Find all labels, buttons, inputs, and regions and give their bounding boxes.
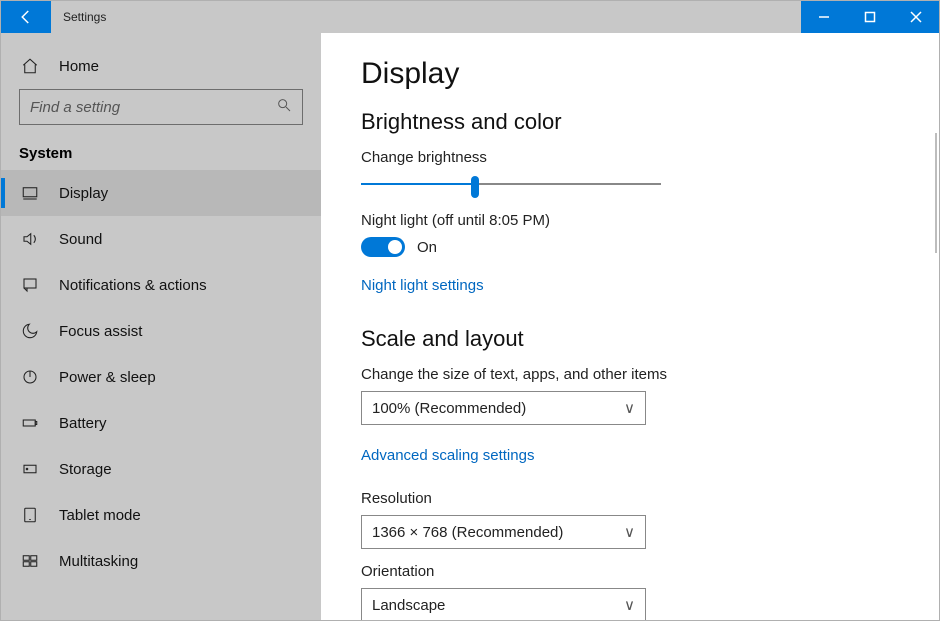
dropdown-scale[interactable]: 100% (Recommended) ∨ <box>361 391 646 425</box>
notifications-icon <box>19 274 41 296</box>
settings-window: Settings Home <box>0 0 940 621</box>
close-icon <box>910 11 922 23</box>
search-icon <box>276 97 292 118</box>
night-light-toggle[interactable] <box>361 237 405 257</box>
titlebar: Settings <box>1 1 939 33</box>
minimize-icon <box>818 11 830 23</box>
multitasking-icon <box>19 550 41 572</box>
battery-icon <box>19 412 41 434</box>
sidebar-item-battery[interactable]: Battery <box>1 400 321 446</box>
heading-brightness: Brightness and color <box>361 109 899 135</box>
maximize-icon <box>864 11 876 23</box>
sidebar-item-tablet-mode[interactable]: Tablet mode <box>1 492 321 538</box>
page-title: Display <box>361 57 899 91</box>
app-title: Settings <box>51 1 118 33</box>
sidebar: Home System Display Sound <box>1 33 321 620</box>
home-icon <box>19 55 41 77</box>
label-orientation: Orientation <box>361 563 899 580</box>
power-icon <box>19 366 41 388</box>
label-night-light: Night light (off until 8:05 PM) <box>361 212 899 229</box>
label-text-size: Change the size of text, apps, and other… <box>361 366 899 383</box>
sidebar-item-sound[interactable]: Sound <box>1 216 321 262</box>
sidebar-item-label: Storage <box>59 461 112 478</box>
sidebar-item-label: Notifications & actions <box>59 277 207 294</box>
sidebar-home-label: Home <box>59 58 99 75</box>
dropdown-orientation[interactable]: Landscape ∨ <box>361 588 646 620</box>
sidebar-item-label: Tablet mode <box>59 507 141 524</box>
back-button[interactable] <box>1 1 51 33</box>
sidebar-item-multitasking[interactable]: Multitasking <box>1 538 321 584</box>
sidebar-item-storage[interactable]: Storage <box>1 446 321 492</box>
search-box[interactable] <box>19 89 303 125</box>
brightness-slider[interactable] <box>361 174 661 194</box>
sidebar-item-label: Display <box>59 185 108 202</box>
dropdown-orientation-value: Landscape <box>372 597 445 614</box>
sidebar-item-label: Power & sleep <box>59 369 156 386</box>
tablet-icon <box>19 504 41 526</box>
sidebar-item-display[interactable]: Display <box>1 170 321 216</box>
caption-buttons <box>801 1 939 33</box>
dropdown-resolution[interactable]: 1366 × 768 (Recommended) ∨ <box>361 515 646 549</box>
sidebar-item-label: Focus assist <box>59 323 142 340</box>
chevron-down-icon: ∨ <box>624 523 635 541</box>
sound-icon <box>19 228 41 250</box>
chevron-down-icon: ∨ <box>624 596 635 614</box>
dropdown-scale-value: 100% (Recommended) <box>372 400 526 417</box>
link-advanced-scaling[interactable]: Advanced scaling settings <box>361 447 534 464</box>
link-night-light-settings[interactable]: Night light settings <box>361 277 484 294</box>
label-change-brightness: Change brightness <box>361 149 899 166</box>
sidebar-item-label: Multitasking <box>59 553 138 570</box>
content-pane: Display Brightness and color Change brig… <box>321 33 939 620</box>
sidebar-home[interactable]: Home <box>1 43 321 89</box>
close-button[interactable] <box>893 1 939 33</box>
monitor-icon <box>19 182 41 204</box>
search-input[interactable] <box>30 99 276 116</box>
dropdown-resolution-value: 1366 × 768 (Recommended) <box>372 524 563 541</box>
label-resolution: Resolution <box>361 490 899 507</box>
sidebar-item-power-sleep[interactable]: Power & sleep <box>1 354 321 400</box>
chevron-down-icon: ∨ <box>624 399 635 417</box>
storage-icon <box>19 458 41 480</box>
sidebar-item-focus-assist[interactable]: Focus assist <box>1 308 321 354</box>
sidebar-item-label: Battery <box>59 415 107 432</box>
heading-scale: Scale and layout <box>361 326 899 352</box>
sidebar-item-label: Sound <box>59 231 102 248</box>
toggle-state-label: On <box>417 239 437 256</box>
minimize-button[interactable] <box>801 1 847 33</box>
sidebar-group-label: System <box>1 135 321 170</box>
slider-thumb[interactable] <box>471 176 479 198</box>
sidebar-item-notifications[interactable]: Notifications & actions <box>1 262 321 308</box>
maximize-button[interactable] <box>847 1 893 33</box>
arrow-left-icon <box>17 8 35 26</box>
focus-assist-icon <box>19 320 41 342</box>
